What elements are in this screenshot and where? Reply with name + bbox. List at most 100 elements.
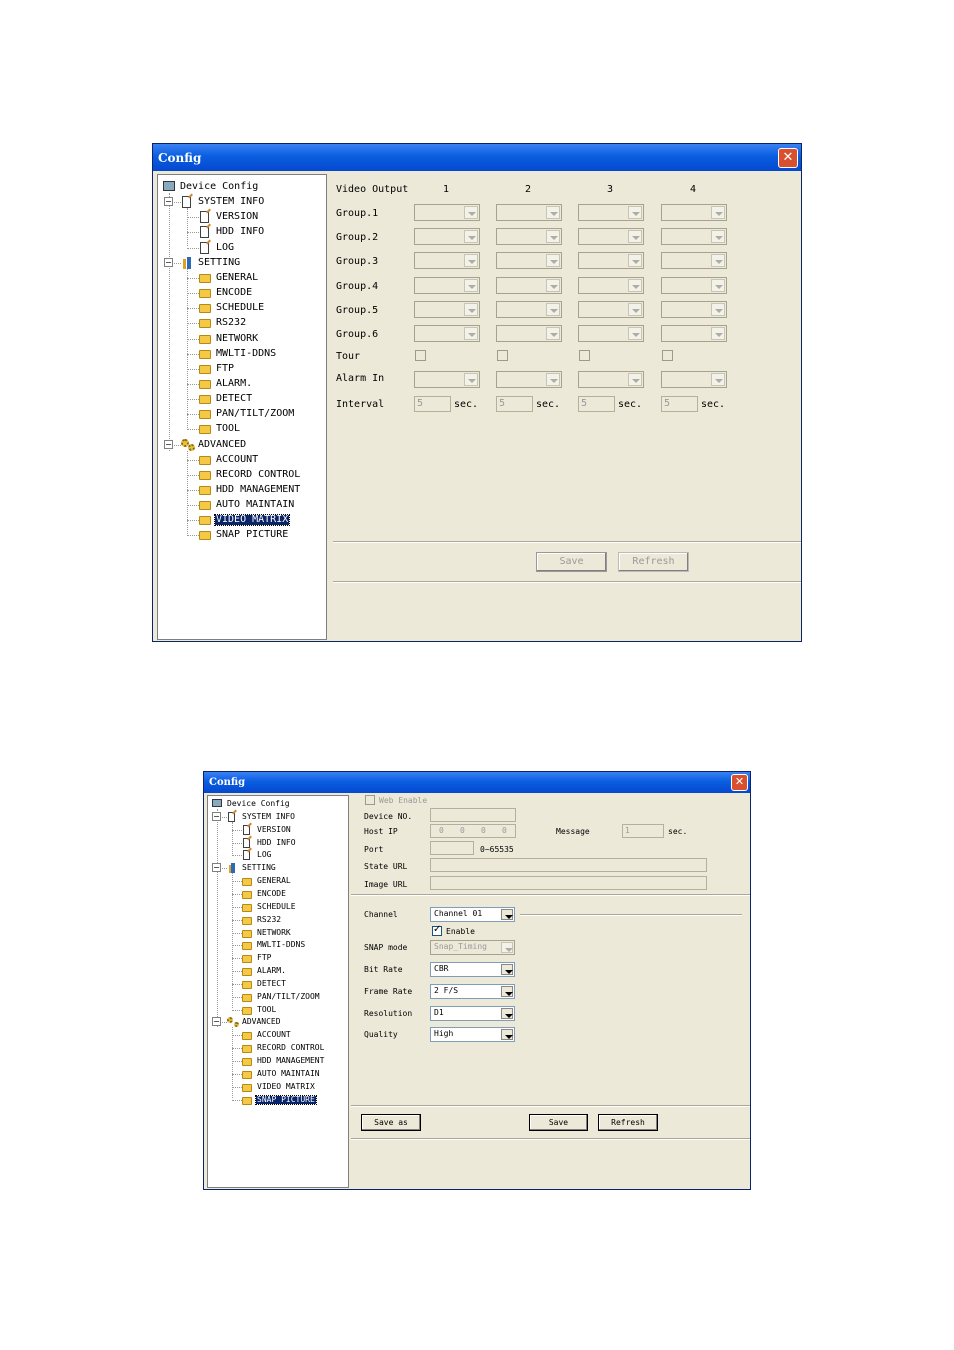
group-output-select[interactable] (578, 252, 644, 269)
interval-input[interactable]: 5 (414, 396, 451, 412)
interval-input[interactable]: 5 (578, 396, 615, 412)
interval-input[interactable]: 5 (496, 396, 533, 412)
tree-node-hdd-management[interactable]: HDD MANAGEMENT (158, 484, 326, 499)
tree-node-snap-picture[interactable]: SNAP PICTURE (158, 529, 326, 544)
collapse-icon[interactable]: − (212, 1017, 221, 1027)
tree-node-log[interactable]: LOG (208, 850, 348, 863)
close-icon[interactable]: ✕ (778, 148, 798, 168)
bit-rate-select[interactable]: CBR (430, 962, 515, 977)
group-output-select[interactable] (661, 277, 727, 294)
tree-node-setting[interactable]: − SETTING (158, 256, 326, 272)
group-output-select[interactable] (496, 252, 562, 269)
close-icon[interactable]: ✕ (731, 774, 748, 791)
save-as-button[interactable]: Save as (361, 1114, 421, 1131)
refresh-button[interactable]: Refresh (598, 1114, 658, 1131)
collapse-icon[interactable]: − (212, 863, 221, 873)
tree-node-version[interactable]: VERSION (158, 211, 326, 226)
group-output-select[interactable] (578, 204, 644, 221)
tree-node-advanced[interactable]: − ADVANCED (158, 438, 326, 454)
tree-node-setting[interactable]: − SETTING (208, 863, 348, 876)
save-button[interactable]: Save (536, 552, 607, 572)
tree-node-auto-maintain[interactable]: AUTO MAINTAIN (158, 499, 326, 514)
tree-node-device-config[interactable]: Device Config (208, 799, 348, 812)
enable-checkbox[interactable] (432, 924, 442, 936)
group-output-select[interactable] (661, 228, 727, 245)
channel-select[interactable]: Channel 01 (430, 907, 515, 922)
save-button[interactable]: Save (529, 1114, 588, 1131)
tree-node-auto-maintain[interactable]: AUTO MAINTAIN (208, 1069, 348, 1082)
tree-node-hdd-info[interactable]: HDD INFO (208, 837, 348, 851)
resolution-select[interactable]: D1 (430, 1006, 515, 1021)
alarm-in-select[interactable] (414, 371, 480, 388)
collapse-icon[interactable]: − (164, 197, 173, 207)
group-output-select[interactable] (661, 252, 727, 269)
tree-node-rs232[interactable]: RS232 (208, 915, 348, 928)
port-input[interactable] (430, 841, 474, 855)
tree-node-system-info[interactable]: − SYSTEM INFO (158, 196, 326, 211)
tree-node-schedule[interactable]: SCHEDULE (208, 902, 348, 915)
alarm-in-select[interactable] (578, 371, 644, 388)
tree-node-ftp[interactable]: FTP (208, 953, 348, 966)
group-output-select[interactable] (496, 204, 562, 221)
collapse-icon[interactable]: − (164, 439, 173, 449)
tree-node-general[interactable]: GENERAL (208, 876, 348, 889)
tree-node-hdd-info[interactable]: HDD INFO (158, 226, 326, 241)
group-output-select[interactable] (496, 325, 562, 342)
tree-node-record-control[interactable]: RECORD CONTROL (208, 1043, 348, 1056)
tree-node-account[interactable]: ACCOUNT (158, 454, 326, 469)
group-output-select[interactable] (414, 325, 480, 342)
tree-node-network[interactable]: NETWORK (208, 928, 348, 941)
tree-node-device-config[interactable]: Device Config (158, 181, 326, 196)
tour-checkbox[interactable] (497, 350, 508, 361)
group-output-select[interactable] (496, 228, 562, 245)
group-output-select[interactable] (661, 325, 727, 342)
tree-node-encode[interactable]: ENCODE (158, 287, 326, 302)
refresh-button[interactable]: Refresh (618, 552, 689, 572)
group-output-select[interactable] (414, 204, 480, 221)
web-enable-checkbox[interactable] (365, 795, 375, 805)
tree-node-general[interactable]: GENERAL (158, 272, 326, 287)
tree-node-detect[interactable]: DETECT (158, 393, 326, 408)
tree-node-pan-tilt-zoom[interactable]: PAN/TILT/ZOOM (158, 408, 326, 423)
message-input[interactable]: 1 (622, 824, 664, 838)
tree-node-video-matrix[interactable]: VIDEO MATRIX (208, 1082, 348, 1095)
tree-node-tool[interactable]: TOOL (158, 423, 326, 438)
tour-checkbox[interactable] (579, 350, 590, 361)
tree-node-log[interactable]: LOG (158, 241, 326, 257)
tree-node-hdd-management[interactable]: HDD MANAGEMENT (208, 1056, 348, 1069)
tree-node-record-control[interactable]: RECORD CONTROL (158, 469, 326, 484)
tree-node-mwlti-ddns[interactable]: MWLTI-DDNS (158, 348, 326, 363)
group-output-select[interactable] (496, 301, 562, 318)
tree-node-account[interactable]: ACCOUNT (208, 1030, 348, 1043)
tree-node-detect[interactable]: DETECT (208, 979, 348, 992)
state-url-input[interactable] (430, 858, 707, 872)
frame-rate-select[interactable]: 2 F/S (430, 984, 515, 999)
tree-node-encode[interactable]: ENCODE (208, 889, 348, 902)
group-output-select[interactable] (661, 204, 727, 221)
alarm-in-select[interactable] (661, 371, 727, 388)
tree-node-system-info[interactable]: − SYSTEM INFO (208, 811, 348, 825)
group-output-select[interactable] (414, 252, 480, 269)
collapse-icon[interactable]: − (164, 257, 173, 267)
interval-input[interactable]: 5 (661, 396, 698, 412)
tree-node-rs232[interactable]: RS232 (158, 317, 326, 332)
tree-node-tool[interactable]: TOOL (208, 1005, 348, 1018)
tree-node-pan-tilt-zoom[interactable]: PAN/TILT/ZOOM (208, 992, 348, 1005)
tour-checkbox[interactable] (415, 350, 426, 361)
tree-node-ftp[interactable]: FTP (158, 363, 326, 378)
image-url-input[interactable] (430, 876, 707, 890)
group-output-select[interactable] (414, 228, 480, 245)
device-no-input[interactable] (430, 808, 516, 822)
group-output-select[interactable] (414, 301, 480, 318)
group-output-select[interactable] (578, 325, 644, 342)
tree-node-network[interactable]: NETWORK (158, 333, 326, 348)
tree-node-snap-picture[interactable]: SNAP PICTURE (208, 1094, 348, 1108)
tree-node-schedule[interactable]: SCHEDULE (158, 302, 326, 317)
group-output-select[interactable] (661, 301, 727, 318)
tree-node-alarm[interactable]: ALARM. (158, 378, 326, 393)
collapse-icon[interactable]: − (212, 811, 221, 821)
tree-node-version[interactable]: VERSION (208, 824, 348, 838)
alarm-in-select[interactable] (496, 371, 562, 388)
snap-mode-select[interactable]: Snap_Timing (430, 940, 515, 955)
tour-checkbox[interactable] (662, 350, 673, 361)
